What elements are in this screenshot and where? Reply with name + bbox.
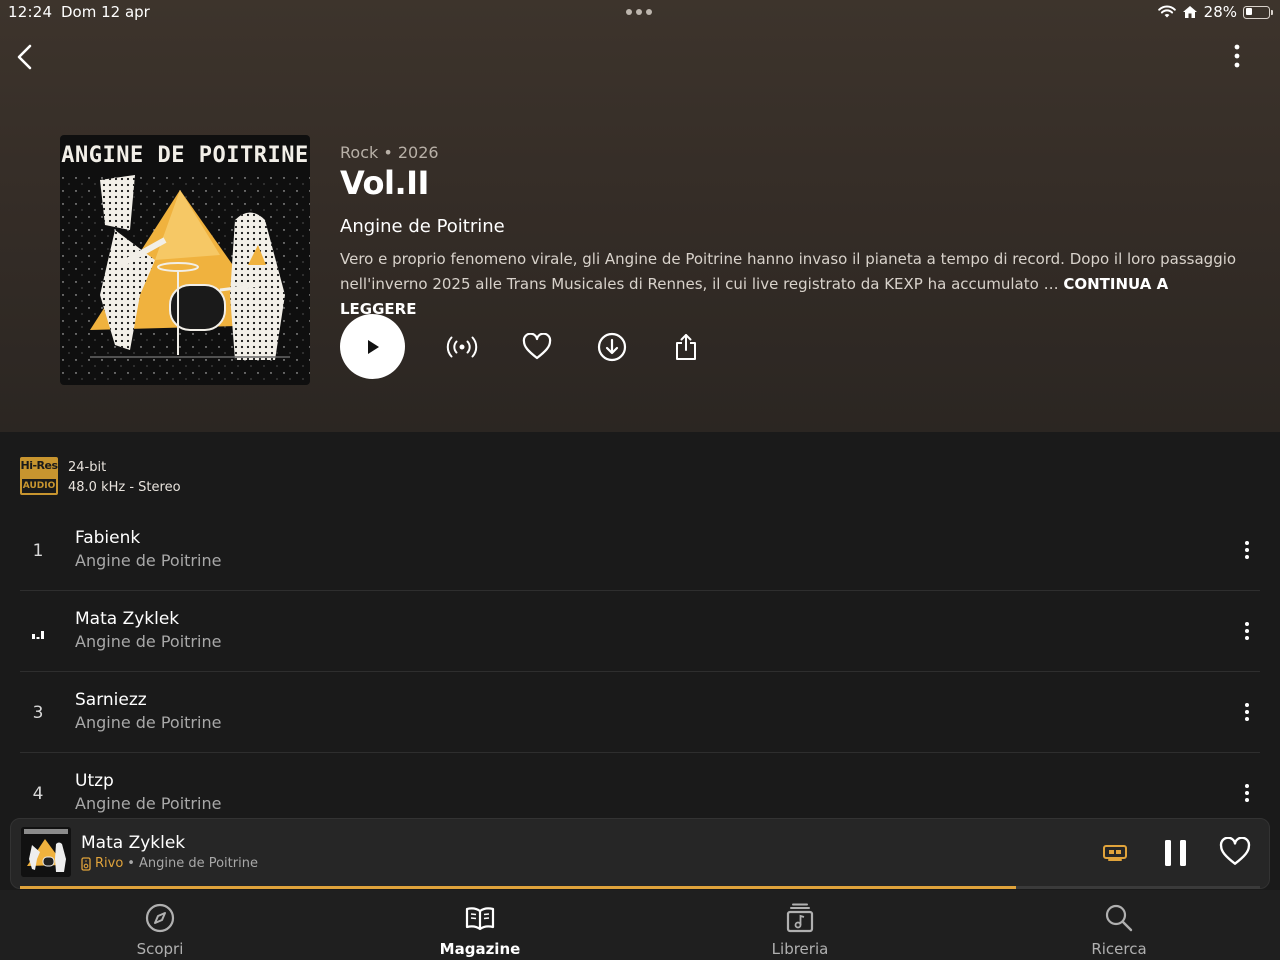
equalizer-icon [32, 631, 44, 639]
battery-icon [1243, 5, 1273, 19]
now-playing-subtitle: Rivo • Angine de Poitrine [81, 856, 258, 871]
track-options-button[interactable] [1240, 700, 1254, 724]
album-description: Vero e proprio fenomeno virale, gli Angi… [340, 247, 1240, 322]
play-icon [367, 339, 379, 354]
now-playing-title: Mata Zyklek [81, 833, 186, 853]
track-row[interactable]: Mata Zyklek Angine de Poitrine [20, 591, 1260, 672]
compass-icon [145, 903, 175, 933]
tab-ricerca[interactable]: Ricerca [1039, 890, 1199, 960]
playback-device: Rivo [95, 856, 124, 871]
mini-album-artwork [21, 827, 71, 877]
chevron-left-icon [17, 44, 32, 70]
pause-button[interactable] [1161, 837, 1191, 869]
tab-label: Scopri [136, 940, 184, 958]
tab-scopri[interactable]: Scopri [80, 890, 240, 960]
heart-icon [1219, 836, 1251, 865]
track-options-button[interactable] [1240, 538, 1254, 562]
mini-favorite-button[interactable] [1219, 836, 1251, 869]
audio-quality-info: 24-bit 48.0 kHz - Stereo [68, 458, 181, 498]
speaker-device-icon [81, 856, 91, 871]
book-icon [465, 907, 495, 931]
track-options-button[interactable] [1240, 619, 1254, 643]
wifi-icon [1157, 5, 1176, 18]
track-number: 4 [32, 784, 44, 804]
multitasking-dots-icon[interactable] [626, 9, 652, 15]
more-vertical-icon [1234, 44, 1240, 68]
track-title: Fabienk [75, 528, 141, 548]
playback-progress-bar[interactable] [20, 886, 1260, 889]
tab-libreria[interactable]: Libreria [720, 890, 880, 960]
hi-res-label: Hi-Res [20, 459, 58, 472]
tab-magazine[interactable]: Magazine [400, 890, 560, 960]
more-vertical-icon [1245, 622, 1249, 640]
track-title: Utzp [75, 771, 114, 791]
home-icon [1182, 6, 1197, 18]
track-title: Sarniezz [75, 690, 147, 710]
track-number: 3 [32, 703, 44, 723]
album-title: Vol.II [340, 164, 429, 202]
play-button[interactable] [340, 314, 405, 379]
sample-rate: 48.0 kHz - Stereo [68, 480, 181, 495]
playback-progress-fill [20, 886, 1016, 889]
status-bar: 12:24 Dom 12 apr 28% [0, 0, 1280, 26]
radio-broadcast-icon [446, 336, 478, 358]
subtitle-separator: • [127, 856, 135, 871]
bottom-tab-bar: Scopri Magazine Libreria Ricerca [0, 890, 1280, 960]
download-button[interactable] [595, 330, 629, 364]
album-cover: ANGINE DE POITRINE [60, 135, 310, 385]
output-device-button[interactable] [1101, 841, 1131, 865]
pause-icon [1165, 840, 1186, 866]
battery-percent: 28% [1203, 3, 1237, 21]
back-button[interactable] [12, 42, 40, 72]
hi-res-audio-badge: Hi-Res AUDIO [20, 457, 58, 495]
bit-depth: 24-bit [68, 460, 107, 475]
status-date: Dom 12 apr [61, 3, 150, 21]
share-icon [676, 334, 696, 360]
library-icon [786, 903, 814, 933]
now-playing-artist: Angine de Poitrine [138, 856, 258, 871]
heart-icon [522, 333, 552, 360]
download-icon [597, 332, 627, 362]
mini-player-cover [21, 827, 71, 877]
track-artist: Angine de Poitrine [75, 794, 222, 813]
status-indicators: 28% [1157, 3, 1273, 21]
tab-label: Libreria [771, 940, 829, 958]
search-icon [1105, 904, 1133, 932]
tab-label: Magazine [439, 940, 521, 958]
track-row[interactable]: 1 Fabienk Angine de Poitrine [20, 510, 1260, 591]
more-vertical-icon [1245, 541, 1249, 559]
mini-player[interactable]: Mata Zyklek Rivo • Angine de Poitrine [10, 818, 1270, 889]
track-artist: Angine de Poitrine [75, 632, 222, 651]
favorite-button[interactable] [520, 330, 554, 364]
album-genre-year: Rock • 2026 [340, 143, 439, 162]
more-options-button[interactable] [1226, 42, 1248, 72]
track-row[interactable]: 3 Sarniezz Angine de Poitrine [20, 672, 1260, 753]
track-options-button[interactable] [1240, 781, 1254, 805]
more-vertical-icon [1245, 703, 1249, 721]
now-playing-indicator [30, 622, 46, 646]
status-time: 12:24 [8, 3, 53, 21]
track-artist: Angine de Poitrine [75, 551, 222, 570]
streaming-device-icon [1103, 845, 1127, 861]
album-artist-link[interactable]: Angine de Poitrine [340, 216, 505, 237]
cover-band-name: ANGINE DE POITRINE [61, 143, 309, 168]
share-button[interactable] [669, 330, 703, 364]
audio-label: AUDIO [22, 479, 56, 493]
tab-label: Ricerca [1091, 940, 1147, 958]
track-number: 1 [32, 541, 44, 561]
more-vertical-icon [1245, 784, 1249, 802]
radio-button[interactable] [445, 330, 479, 364]
album-artwork [60, 175, 310, 385]
track-artist: Angine de Poitrine [75, 713, 222, 732]
track-title: Mata Zyklek [75, 609, 180, 629]
